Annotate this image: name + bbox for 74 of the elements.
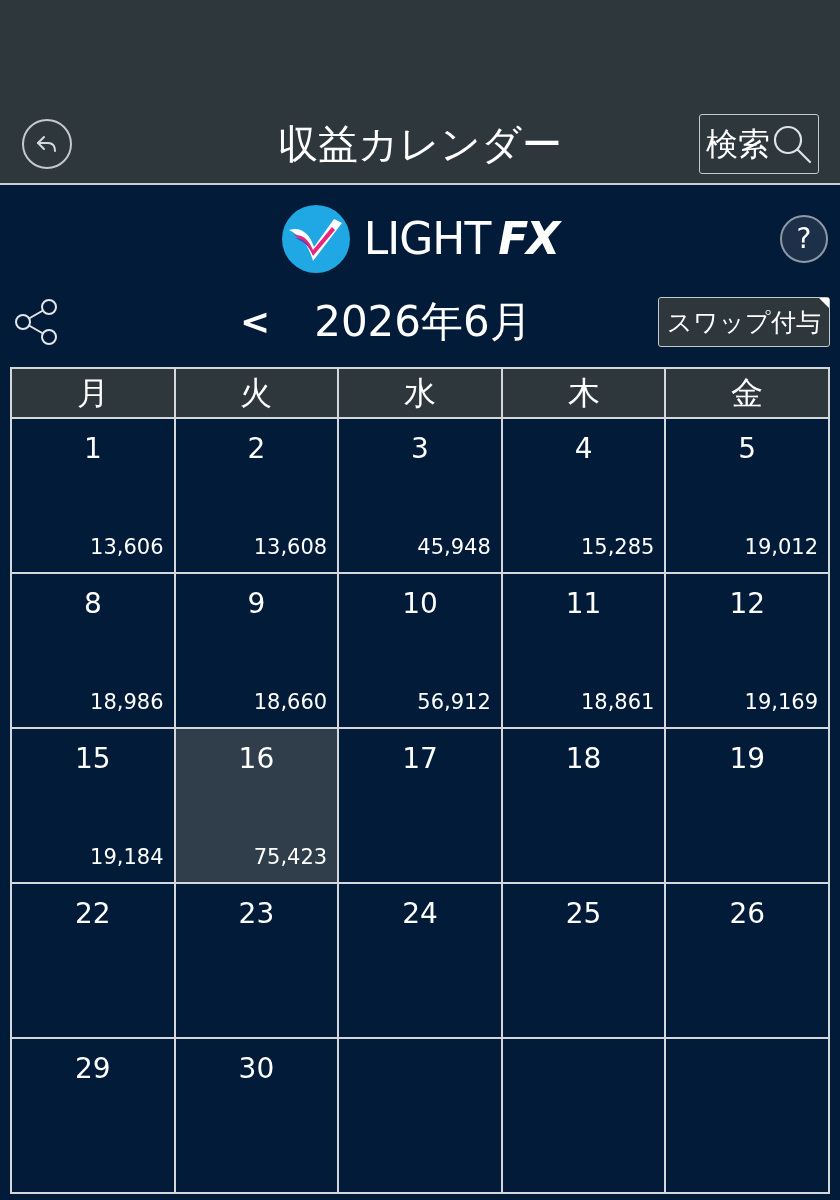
day-number: 26 [729,900,765,928]
checkmark-logo-icon [281,205,350,273]
search-button[interactable]: 検索 [699,114,819,174]
profit-amount: 75,423 [253,847,328,868]
share-icon[interactable] [14,298,58,346]
day-number: 19 [729,745,765,773]
day-cell[interactable]: 4 15,285 [502,419,665,572]
help-button[interactable]: ? [780,215,828,263]
day-cell[interactable]: 12 19,169 [666,574,828,727]
day-cell[interactable]: 24 [339,884,501,1037]
day-cell[interactable]: 17 [339,729,501,882]
profit-amount: 18,986 [90,692,164,713]
logo-accent-text: FX [498,217,559,261]
day-number: 18 [565,745,602,773]
day-number: 22 [74,900,111,928]
profit-amount: 19,012 [744,537,818,558]
day-number: 5 [738,435,757,463]
back-button[interactable] [22,119,72,169]
day-cell[interactable]: 26 [666,884,828,1037]
logo-wordmark: LIGHT [363,217,491,261]
day-cell[interactable]: 5 19,012 [666,419,828,572]
day-cell[interactable]: 23 [175,884,338,1037]
weekday-header: 木 [502,369,665,417]
day-number: 30 [238,1055,275,1083]
profit-amount: 19,169 [744,692,818,713]
day-number: 3 [411,435,429,463]
day-number: 25 [565,900,602,928]
day-cell[interactable]: 16 75,423 [175,729,338,882]
profit-amount: 56,912 [417,692,491,713]
day-number: 9 [247,590,266,618]
day-number: 23 [238,900,275,928]
profit-amount: 18,660 [253,692,328,713]
day-cell[interactable]: 18 [502,729,665,882]
profit-amount: 18,861 [580,692,655,713]
day-number: 12 [729,590,765,618]
weekday-header: 火 [175,369,338,417]
day-cell[interactable]: 9 18,660 [175,574,338,727]
day-cell[interactable]: 2 13,608 [175,419,338,572]
day-cell[interactable]: 11 18,861 [502,574,665,727]
day-number: 15 [74,745,111,773]
weekday-header: 月 [12,369,174,417]
month-label: 2026年6月 [314,301,532,343]
day-number: 11 [565,590,602,618]
day-number: 1 [83,435,102,463]
day-cell[interactable]: 30 [175,1039,338,1192]
profit-amount: 13,608 [253,537,328,558]
swap-grant-button[interactable]: スワップ付与 [658,297,830,347]
day-number: 29 [74,1055,111,1083]
corner-triangle-icon [819,298,829,308]
day-number: 16 [238,745,275,773]
previous-month-button[interactable]: < [240,304,271,340]
profit-amount: 13,606 [90,537,164,558]
profit-amount: 45,948 [417,537,491,558]
day-number: 24 [402,900,438,928]
weekday-header: 金 [666,369,828,417]
search-icon [772,124,812,164]
day-cell[interactable]: 8 18,986 [12,574,174,727]
profit-amount: 15,285 [580,537,655,558]
day-number: 8 [83,590,102,618]
day-number: 17 [402,745,438,773]
day-cell[interactable]: 1 13,606 [12,419,174,572]
day-cell[interactable]: 3 45,948 [339,419,501,572]
day-cell[interactable]: 10 56,912 [339,574,501,727]
weekday-header: 水 [339,369,501,417]
day-number: 10 [402,590,438,618]
day-cell[interactable]: 25 [502,884,665,1037]
day-cell[interactable]: 22 [12,884,174,1037]
day-number: 2 [247,435,266,463]
day-cell[interactable]: 15 19,184 [12,729,174,882]
day-cell[interactable]: 29 [12,1039,174,1192]
page-title: 収益カレンダー [278,124,562,164]
day-cell[interactable]: 19 [666,729,828,882]
profit-amount: 19,184 [90,847,164,868]
day-number: 4 [574,435,593,463]
